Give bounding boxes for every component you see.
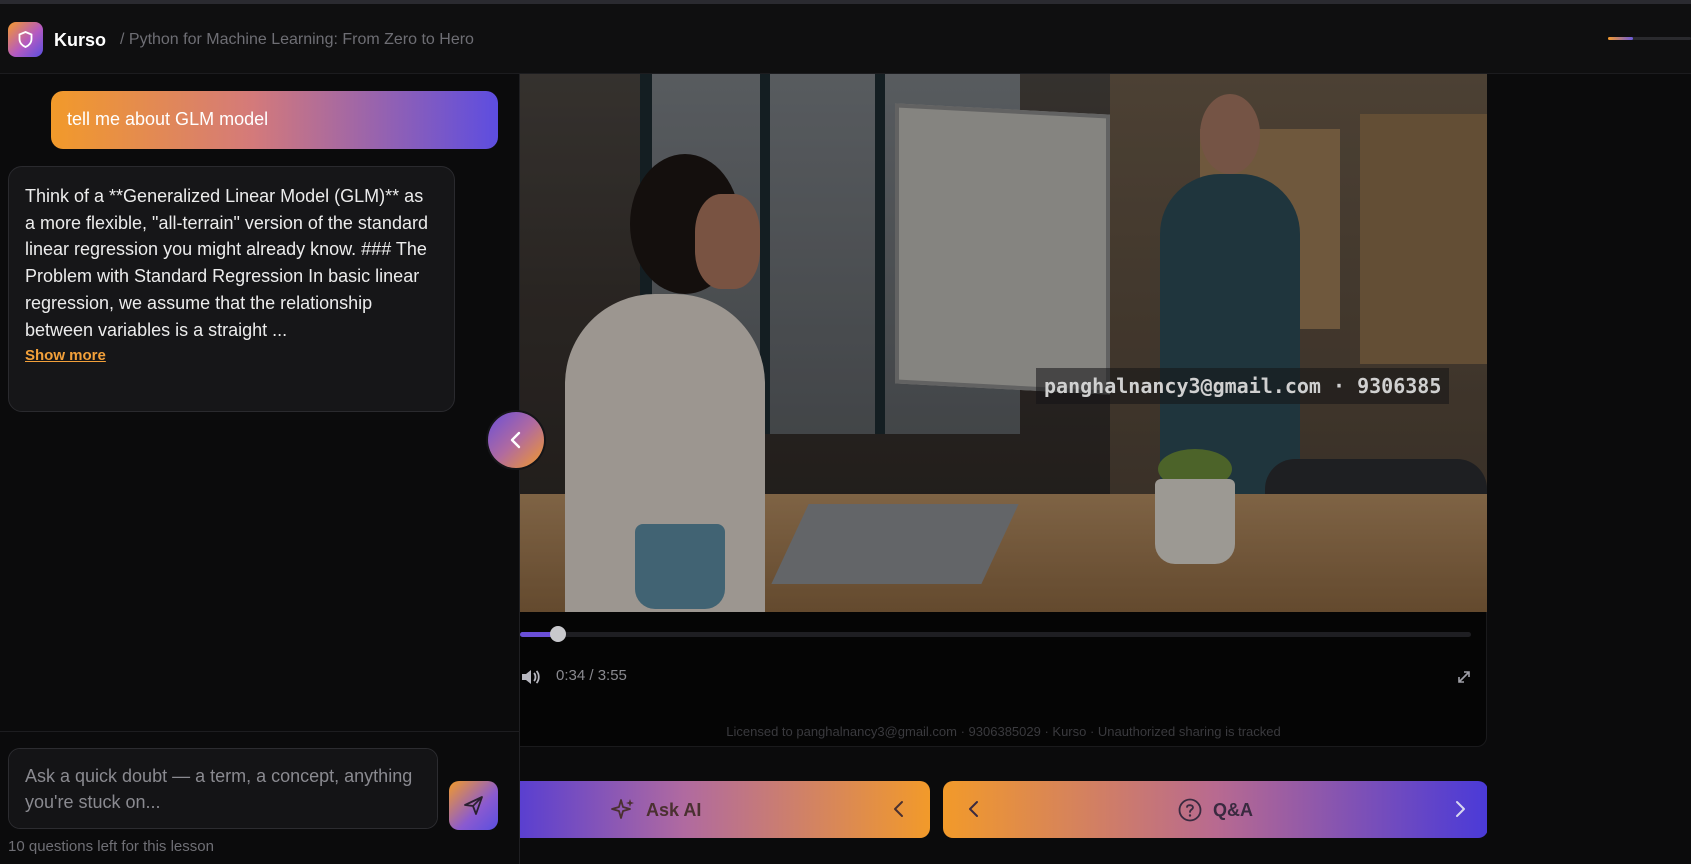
qa-button-content: Q&A [1177, 797, 1253, 823]
chevron-right-icon [1456, 801, 1465, 817]
ask-ai-button[interactable]: Ask AI [520, 781, 930, 838]
ai-response: Think of a **Generalized Linear Model (G… [8, 166, 455, 412]
ask-ai-label: Ask AI [646, 799, 702, 820]
chevron-left-icon [969, 801, 978, 817]
user-message: tell me about GLM model [51, 91, 498, 149]
video-controls: 0:34 / 3:55 Licensed to panghalnancy3@gm… [520, 612, 1487, 747]
questions-left-label: 10 questions left for this lesson [8, 838, 214, 855]
doubt-input[interactable] [8, 748, 438, 829]
send-button[interactable] [449, 781, 498, 830]
shield-icon [18, 31, 33, 48]
ai-response-text: Think of a **Generalized Linear Model (G… [25, 186, 428, 340]
sparkles-icon [611, 799, 634, 819]
chevron-left-icon [894, 801, 903, 817]
header-bar: Kurso / Python for Machine Learning: Fro… [0, 4, 1691, 74]
seek-bar[interactable] [520, 626, 1471, 642]
brand-logo[interactable] [8, 22, 43, 57]
qa-label: Q&A [1213, 799, 1253, 820]
show-more-link[interactable]: Show more [25, 347, 106, 364]
breadcrumb[interactable]: / Python for Machine Learning: From Zero… [120, 31, 474, 49]
collapse-sidebar-button[interactable] [488, 412, 544, 468]
course-progress-fill [1608, 37, 1633, 40]
brand-name[interactable]: Kurso [54, 30, 106, 51]
ask-ai-button-content: Ask AI [610, 797, 701, 823]
question-circle-icon [1178, 798, 1202, 822]
send-icon [464, 796, 483, 815]
qa-button[interactable]: Q&A [943, 781, 1488, 838]
video-watermark: panghalnancy3@gmail.com · 9306385 [1036, 368, 1450, 404]
course-progress-bar [1608, 37, 1691, 40]
video-frame[interactable]: panghalnancy3@gmail.com · 9306385 [520, 74, 1487, 612]
video-dim-overlay [520, 74, 1487, 612]
fullscreen-icon[interactable] [1457, 670, 1471, 684]
license-notice: Licensed to panghalnancy3@gmail.com · 93… [726, 724, 1281, 739]
chevron-left-icon [510, 431, 521, 449]
time-display: 0:34 / 3:55 [556, 667, 627, 684]
seek-thumb[interactable] [550, 626, 567, 642]
volume-icon[interactable] [520, 666, 542, 688]
right-panel [1487, 74, 1691, 864]
